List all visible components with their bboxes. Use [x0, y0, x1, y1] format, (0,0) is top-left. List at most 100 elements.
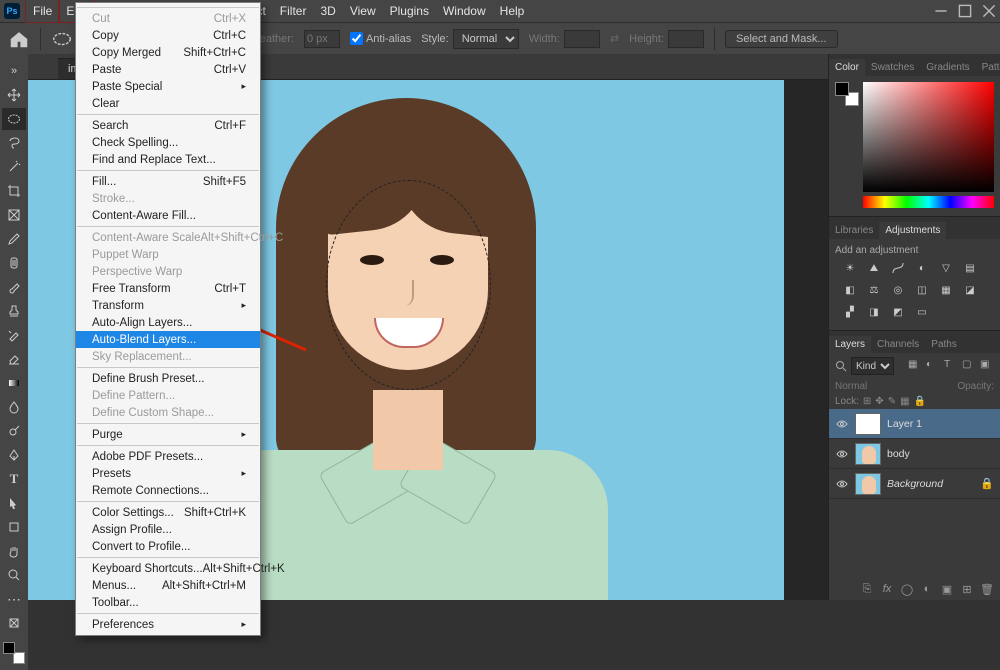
- crop-tool-icon[interactable]: [2, 180, 26, 202]
- mixer-icon[interactable]: ◫: [913, 282, 931, 298]
- menu-check-spelling[interactable]: Check Spelling...: [76, 134, 260, 151]
- visibility-icon[interactable]: [835, 417, 849, 431]
- lock-icon[interactable]: 🔒: [914, 396, 926, 407]
- menu-keyboard-shortcuts[interactable]: Keyboard Shortcuts...Alt+Shift+Ctrl+K: [76, 560, 260, 577]
- fg-bg-color[interactable]: [3, 642, 25, 664]
- feather-input[interactable]: [304, 30, 340, 48]
- menu-clear[interactable]: Clear: [76, 95, 260, 112]
- bw-icon[interactable]: ◧: [841, 282, 859, 298]
- menu-find-and-replace-text[interactable]: Find and Replace Text...: [76, 151, 260, 168]
- frame-tool-icon[interactable]: [2, 204, 26, 226]
- hue-icon[interactable]: ▤: [961, 260, 979, 276]
- stamp-tool-icon[interactable]: [2, 300, 26, 322]
- hue-slider[interactable]: [863, 196, 994, 208]
- menu-auto-blend-layers[interactable]: Auto-Blend Layers...: [76, 331, 260, 348]
- home-icon[interactable]: [8, 28, 30, 50]
- tab-adjustments[interactable]: Adjustments: [879, 222, 946, 239]
- visibility-icon[interactable]: [835, 447, 849, 461]
- menu-define-brush-preset[interactable]: Define Brush Preset...: [76, 370, 260, 387]
- filter-adj-icon[interactable]: ◐: [926, 359, 940, 373]
- menu-copy[interactable]: CopyCtrl+C: [76, 27, 260, 44]
- wand-tool-icon[interactable]: [2, 156, 26, 178]
- menu-purge[interactable]: Purge: [76, 426, 260, 443]
- menu-free-transform[interactable]: Free TransformCtrl+T: [76, 280, 260, 297]
- menu-color-settings[interactable]: Color Settings...Shift+Ctrl+K: [76, 504, 260, 521]
- move-tool-icon[interactable]: [2, 84, 26, 106]
- invert-icon[interactable]: ◪: [961, 282, 979, 298]
- new-layer-icon[interactable]: ⊞: [960, 582, 974, 596]
- tool-preset-icon[interactable]: [51, 28, 73, 50]
- menu-item-help[interactable]: Help: [493, 0, 532, 22]
- layer-row[interactable]: Layer 1: [829, 409, 1000, 439]
- select-and-mask-button[interactable]: Select and Mask...: [725, 30, 838, 48]
- adj-new-icon[interactable]: ◐: [920, 582, 934, 596]
- menu-item-filter[interactable]: Filter: [273, 0, 314, 22]
- menu-auto-align-layers[interactable]: Auto-Align Layers...: [76, 314, 260, 331]
- shape-tool-icon[interactable]: [2, 516, 26, 538]
- menu-assign-profile[interactable]: Assign Profile...: [76, 521, 260, 538]
- filter-pixel-icon[interactable]: ▦: [908, 359, 922, 373]
- menu-item-view[interactable]: View: [343, 0, 383, 22]
- selective-icon[interactable]: ◩: [889, 304, 907, 320]
- curves-icon[interactable]: [889, 260, 907, 276]
- lock-all-icon[interactable]: ⊞: [863, 396, 871, 407]
- tab-channels[interactable]: Channels: [871, 336, 925, 353]
- menu-item-file[interactable]: File: [26, 0, 59, 22]
- edit-toolbar-icon[interactable]: [2, 612, 26, 634]
- levels-icon[interactable]: ⛰: [865, 260, 883, 276]
- lock-fill-icon[interactable]: ▦: [900, 396, 909, 407]
- menu-adobe-pdf-presets[interactable]: Adobe PDF Presets...: [76, 448, 260, 465]
- menu-paste[interactable]: PasteCtrl+V: [76, 61, 260, 78]
- menu-content-aware-fill[interactable]: Content-Aware Fill...: [76, 207, 260, 224]
- tab-paths[interactable]: Paths: [925, 336, 963, 353]
- collapse-icon[interactable]: »: [2, 60, 26, 82]
- folder-icon[interactable]: ▣: [940, 582, 954, 596]
- eyedropper-tool-icon[interactable]: [2, 228, 26, 250]
- menu-item-plugins[interactable]: Plugins: [383, 0, 436, 22]
- menu-presets[interactable]: Presets: [76, 465, 260, 482]
- filter-type-icon[interactable]: T: [944, 359, 958, 373]
- menu-transform[interactable]: Transform: [76, 297, 260, 314]
- filter-smart-icon[interactable]: ▣: [980, 359, 994, 373]
- gradient-tool-icon[interactable]: [2, 372, 26, 394]
- antialias-checkbox[interactable]: Anti-alias: [350, 32, 411, 45]
- mask-icon[interactable]: ◯: [900, 582, 914, 596]
- menu-toolbar[interactable]: Toolbar...: [76, 594, 260, 611]
- color-picker[interactable]: [863, 82, 994, 192]
- menu-remote-connections[interactable]: Remote Connections...: [76, 482, 260, 499]
- filter-shape-icon[interactable]: ▢: [962, 359, 976, 373]
- vibrance-icon[interactable]: ▽: [937, 260, 955, 276]
- marquee-tool-icon[interactable]: [2, 108, 26, 130]
- tab-patter[interactable]: Patter: [976, 59, 1000, 76]
- visibility-icon[interactable]: [835, 477, 849, 491]
- exposure-icon[interactable]: ◐: [913, 260, 931, 276]
- brush-tool-icon[interactable]: [2, 276, 26, 298]
- menu-copy-merged[interactable]: Copy MergedShift+Ctrl+C: [76, 44, 260, 61]
- eraser-tool-icon[interactable]: [2, 348, 26, 370]
- dodge-tool-icon[interactable]: [2, 420, 26, 442]
- pen-tool-icon[interactable]: [2, 444, 26, 466]
- close-icon[interactable]: [982, 4, 996, 18]
- search-icon[interactable]: [835, 360, 847, 372]
- posterize-icon[interactable]: ▞: [841, 304, 859, 320]
- tab-swatches[interactable]: Swatches: [865, 59, 920, 76]
- menu-preferences[interactable]: Preferences: [76, 616, 260, 633]
- lasso-tool-icon[interactable]: [2, 132, 26, 154]
- hand-tool-icon[interactable]: [2, 540, 26, 562]
- trash-icon[interactable]: 🗑: [980, 582, 994, 596]
- menu-item-window[interactable]: Window: [436, 0, 493, 22]
- photo-filter-icon[interactable]: ◎: [889, 282, 907, 298]
- opacity-label[interactable]: Opacity:: [957, 381, 994, 392]
- brightness-icon[interactable]: ☀: [841, 260, 859, 276]
- layer-row[interactable]: Background🔒: [829, 469, 1000, 499]
- menu-paste-special[interactable]: Paste Special: [76, 78, 260, 95]
- style-select[interactable]: Normal: [453, 29, 519, 49]
- heal-tool-icon[interactable]: [2, 252, 26, 274]
- tab-color[interactable]: Color: [829, 59, 865, 76]
- panel-fg-bg[interactable]: [835, 82, 859, 106]
- menu-convert-to-profile[interactable]: Convert to Profile...: [76, 538, 260, 555]
- link-icon[interactable]: ⎘: [860, 582, 874, 596]
- layer-row[interactable]: body: [829, 439, 1000, 469]
- blend-mode[interactable]: Normal: [835, 381, 867, 392]
- lookup-icon[interactable]: ▦: [937, 282, 955, 298]
